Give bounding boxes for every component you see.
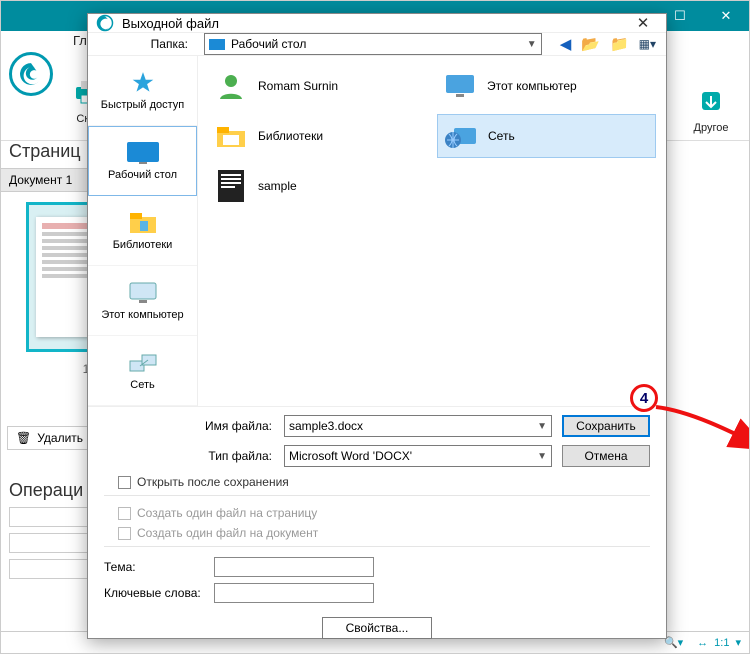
item-this-pc[interactable]: Этот компьютер [437, 64, 656, 108]
save-button[interactable]: Сохранить [562, 415, 650, 437]
dialog-body: Быстрый доступ Рабочий стол Библиотеки Э… [88, 55, 666, 406]
subject-input[interactable] [214, 557, 374, 577]
folder-select[interactable]: Рабочий стол ▼ [204, 33, 542, 55]
places-bar: Быстрый доступ Рабочий стол Библиотеки Э… [88, 56, 198, 406]
dialog-bottom: Имя файла: sample3.docx ▼ Сохранить Тип … [88, 406, 666, 651]
desktop-icon [127, 141, 159, 165]
document-icon [214, 169, 248, 203]
back-icon[interactable]: ◀ [560, 35, 572, 53]
trash-icon: 🗑 [16, 431, 31, 445]
chevron-down-icon: ▼ [537, 421, 547, 432]
filetype-select[interactable]: Microsoft Word 'DOCX' ▼ [284, 445, 552, 467]
place-network[interactable]: Сеть [88, 336, 197, 406]
item-network[interactable]: Сеть [437, 114, 656, 158]
one-file-per-document-checkbox: Создать один файл на документ [118, 526, 650, 540]
monitor-icon [443, 69, 477, 103]
properties-button[interactable]: Свойства... [322, 617, 432, 639]
open-after-checkbox[interactable]: Открыть после сохранения [118, 475, 650, 489]
star-icon [127, 71, 159, 95]
item-sample[interactable]: sample [208, 164, 427, 208]
one-file-per-page-checkbox: Создать один файл на страницу [118, 506, 650, 520]
desktop-small-icon [209, 39, 225, 50]
new-folder-icon[interactable]: 📁 [610, 35, 629, 53]
libraries-icon [127, 211, 159, 235]
filetype-label: Тип файла: [104, 449, 284, 463]
folder-label: Папка: [98, 37, 188, 51]
network-icon [127, 351, 159, 375]
dialog-toolbar: Папка: Рабочий стол ▼ ◀ 📂 📁 ▦▾ [88, 33, 666, 55]
dialog-title: Выходной файл [122, 16, 628, 31]
annotation-step-badge: 4 [630, 384, 658, 412]
close-button[interactable]: ✕ [703, 1, 749, 31]
keywords-label: Ключевые слова: [104, 586, 214, 600]
dialog-close-button[interactable]: ✕ [628, 14, 658, 32]
swirl-icon [18, 61, 44, 87]
other-label: Другое [694, 122, 729, 134]
monitor-icon [127, 281, 159, 305]
save-dialog: Выходной файл ✕ Папка: Рабочий стол ▼ ◀ … [87, 13, 667, 639]
cancel-button[interactable]: Отмена [562, 445, 650, 467]
place-this-pc[interactable]: Этот компьютер [88, 266, 197, 336]
filename-input[interactable]: sample3.docx ▼ [284, 415, 552, 437]
filename-label: Имя файла: [104, 419, 284, 433]
folder-icon [214, 119, 248, 153]
place-desktop[interactable]: Рабочий стол [88, 126, 197, 196]
place-quick-access[interactable]: Быстрый доступ [88, 56, 197, 126]
zoom-control[interactable]: ↔ 1:1 ▾ [697, 636, 741, 649]
dialog-title-bar: Выходной файл ✕ [88, 14, 666, 33]
folder-value: Рабочий стол [231, 37, 306, 51]
app-logo [9, 52, 53, 96]
file-list-area[interactable]: Romam Surnin Этот компьютер Библиотеки С… [198, 56, 666, 406]
keywords-input[interactable] [214, 583, 374, 603]
place-libraries[interactable]: Библиотеки [88, 196, 197, 266]
app-small-icon [96, 14, 114, 32]
chevron-down-icon: ▼ [537, 451, 547, 462]
view-menu-icon[interactable]: ▦▾ [639, 37, 656, 51]
up-icon[interactable]: 📂 [581, 35, 600, 53]
item-libraries[interactable]: Библиотеки [208, 114, 427, 158]
globe-monitor-icon [444, 119, 478, 153]
subject-label: Тема: [104, 560, 214, 574]
user-icon [214, 69, 248, 103]
other-button[interactable]: Другое [681, 84, 741, 134]
export-icon [694, 84, 728, 118]
app-window: — ☐ ✕ Гла Скан ▾ И: файл ‹ › Выходной фа… [0, 0, 750, 654]
item-user-folder[interactable]: Romam Surnin [208, 64, 427, 108]
chevron-down-icon: ▼ [527, 39, 537, 50]
